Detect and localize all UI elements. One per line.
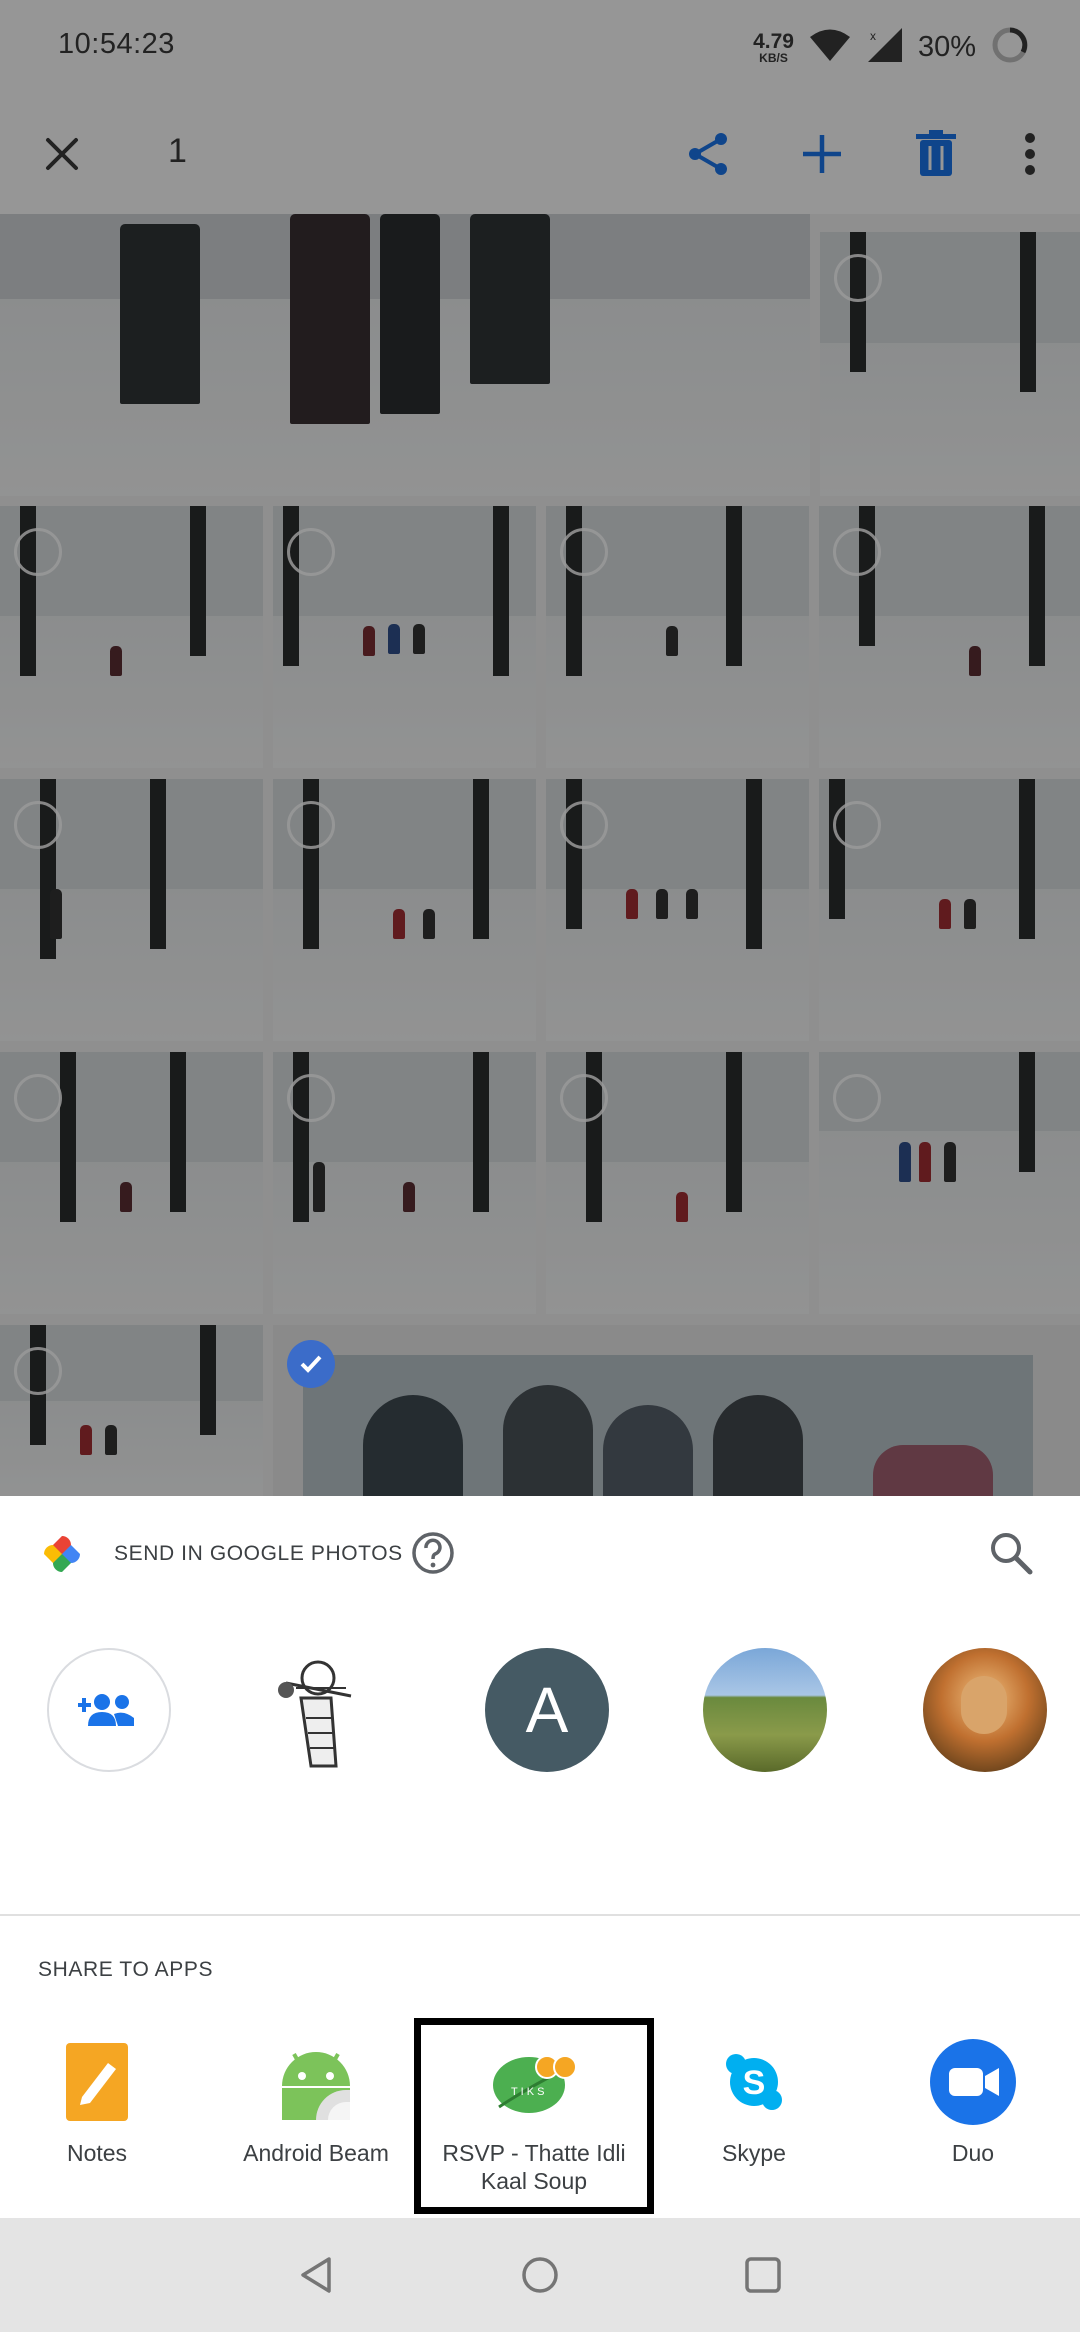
contact-avatar[interactable]: A: [485, 1648, 609, 1772]
battery-percent: 30%: [917, 30, 976, 63]
photos-background: 10:54:23 4.79 KB/S x 30% 1: [0, 0, 1080, 1496]
select-circle[interactable]: [560, 1074, 608, 1122]
share-icon[interactable]: [678, 124, 738, 184]
app-notes[interactable]: Notes: [0, 2036, 197, 2216]
app-android-beam[interactable]: Android Beam: [216, 2036, 416, 2216]
photo-tile[interactable]: [273, 1052, 536, 1314]
battery-icon: [990, 25, 1030, 70]
notes-icon: [51, 2036, 143, 2128]
select-circle[interactable]: [560, 528, 608, 576]
signal-icon: x: [866, 26, 904, 69]
select-circle[interactable]: [833, 1074, 881, 1122]
photo-tile[interactable]: [819, 1052, 1080, 1314]
contact-avatar[interactable]: [256, 1648, 380, 1772]
back-icon[interactable]: [290, 2248, 344, 2302]
android-icon: [270, 2036, 362, 2128]
add-icon[interactable]: [792, 124, 852, 184]
divider: [0, 1914, 1080, 1916]
svg-text:S: S: [743, 2064, 766, 2102]
search-icon[interactable]: [986, 1528, 1036, 1578]
photo-tile[interactable]: [819, 779, 1080, 1041]
select-circle[interactable]: [14, 1347, 62, 1395]
skype-icon: S: [708, 2036, 800, 2128]
share-to-apps-title: SHARE TO APPS: [38, 1958, 214, 1981]
photo-tile[interactable]: [0, 214, 810, 496]
select-circle[interactable]: [14, 1074, 62, 1122]
photo-tile[interactable]: [546, 1052, 809, 1314]
selection-toolbar: 1: [0, 96, 1080, 214]
app-duo[interactable]: Duo: [873, 2036, 1073, 2216]
photo-tile[interactable]: [0, 779, 263, 1041]
check-icon[interactable]: [287, 1340, 335, 1388]
home-icon[interactable]: [513, 2248, 567, 2302]
group-add-icon: [78, 1694, 134, 1726]
select-circle[interactable]: [834, 254, 882, 302]
photo-tile[interactable]: [0, 1325, 263, 1496]
contact-avatar[interactable]: [923, 1648, 1047, 1772]
google-photos-icon: [44, 1536, 80, 1572]
contact-avatar[interactable]: [703, 1648, 827, 1772]
highlight-box: [414, 2018, 654, 2214]
contact-suggestions: A: [0, 1648, 1080, 1778]
delete-icon[interactable]: [906, 124, 966, 184]
sheet-header: SEND IN GOOGLE PHOTOS: [0, 1496, 1080, 1608]
photo-tile[interactable]: [273, 779, 536, 1041]
more-vert-icon[interactable]: [1000, 124, 1060, 184]
select-circle[interactable]: [14, 528, 62, 576]
photo-grid: [0, 214, 1080, 1496]
select-circle[interactable]: [287, 528, 335, 576]
network-speed: 4.79 KB/S: [753, 29, 794, 65]
photo-tile[interactable]: [819, 506, 1080, 768]
photo-tile[interactable]: [820, 232, 1080, 496]
navigation-bar: [0, 2218, 1080, 2332]
close-icon[interactable]: [34, 126, 90, 182]
photo-tile[interactable]: [0, 506, 263, 768]
create-group-button[interactable]: [47, 1648, 171, 1772]
status-time: 10:54:23: [58, 28, 175, 60]
svg-text:x: x: [870, 29, 876, 43]
select-circle[interactable]: [560, 801, 608, 849]
select-circle[interactable]: [287, 1074, 335, 1122]
video-icon: [927, 2036, 1019, 2128]
photo-tile[interactable]: [0, 1052, 263, 1314]
select-circle[interactable]: [833, 801, 881, 849]
help-icon[interactable]: [410, 1530, 456, 1576]
select-circle[interactable]: [14, 801, 62, 849]
select-circle[interactable]: [287, 801, 335, 849]
status-bar: 10:54:23 4.79 KB/S x 30%: [0, 0, 1080, 96]
wifi-icon: [808, 28, 852, 67]
photo-tile[interactable]: [546, 779, 809, 1041]
photo-tile[interactable]: [273, 506, 536, 768]
photo-tile-selected[interactable]: [273, 1325, 1080, 1496]
sheet-title: SEND IN GOOGLE PHOTOS: [114, 1542, 403, 1565]
recents-icon[interactable]: [736, 2248, 790, 2302]
photo-tile[interactable]: [546, 506, 809, 768]
app-skype[interactable]: S Skype: [654, 2036, 854, 2216]
selected-count: 1: [168, 132, 187, 170]
select-circle[interactable]: [833, 528, 881, 576]
